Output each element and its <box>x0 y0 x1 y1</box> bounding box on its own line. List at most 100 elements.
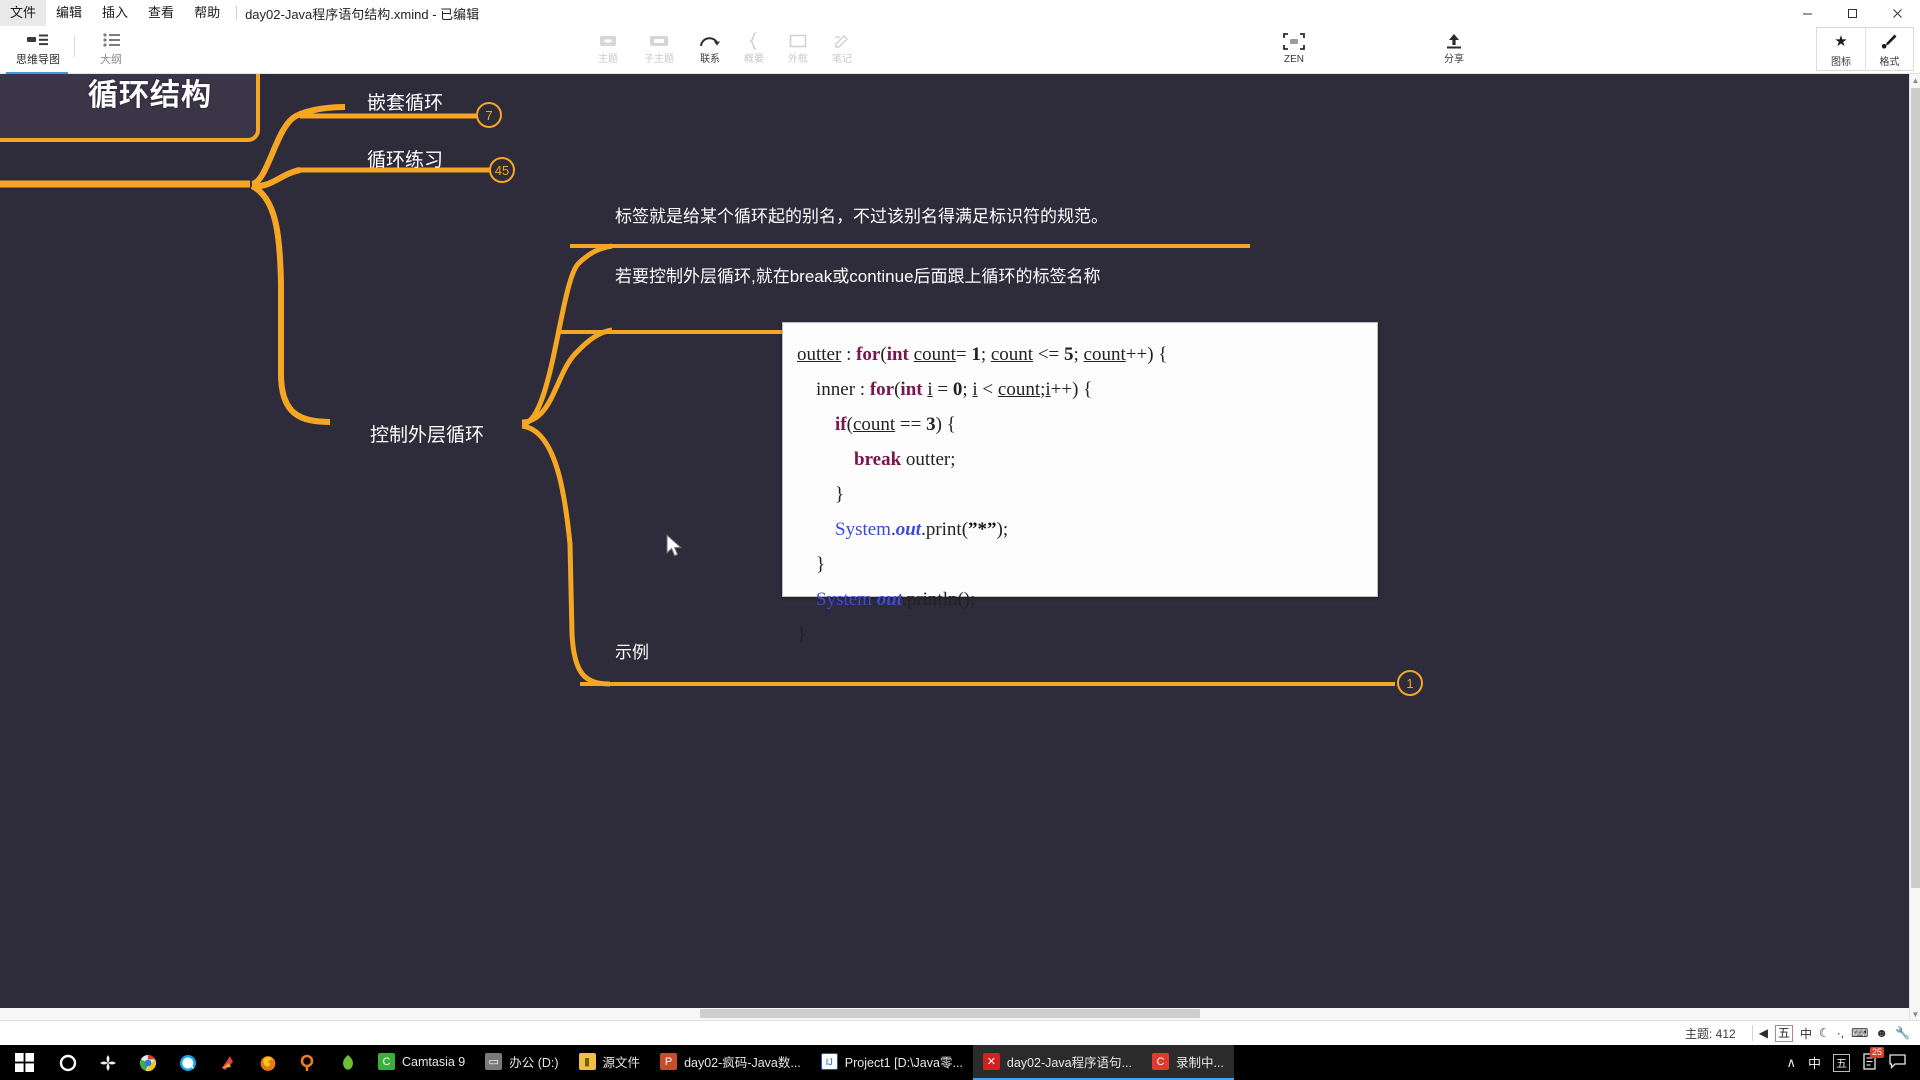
close-button[interactable] <box>1875 0 1920 26</box>
taskbar-item-source-folder[interactable]: ▮ 源文件 <box>569 1045 651 1080</box>
ime-keyboard-icon[interactable]: ⌨ <box>1851 1026 1868 1040</box>
menu-insert[interactable]: 插入 <box>92 0 138 26</box>
app-red-icon[interactable] <box>208 1045 248 1080</box>
code-line: break outter; <box>854 449 956 470</box>
zen-label: ZEN <box>1284 54 1304 65</box>
topic-icon <box>598 31 618 51</box>
code-line: System.out.println(); <box>816 589 976 610</box>
scroll-up-arrow[interactable]: ▲ <box>1910 74 1920 86</box>
share-button[interactable]: 分享 <box>1432 28 1476 66</box>
minimize-button[interactable] <box>1785 0 1830 26</box>
ime-punctuation-icon[interactable]: ·, <box>1837 1026 1844 1040</box>
toolbar-center-group: 主题 子主题 联系 概要 外框 笔记 <box>586 28 864 66</box>
ime-halfwidth-icon[interactable]: ☾ <box>1819 1026 1830 1040</box>
zen-mode-button[interactable]: ZEN <box>1272 28 1316 66</box>
xmind-icon: ✕ <box>982 1053 1000 1070</box>
taskbar-item-office-drive[interactable]: ▭ 办公 (D:) <box>475 1045 568 1080</box>
ime-collapse-icon[interactable]: ◀ <box>1759 1026 1768 1040</box>
tray-ime-box[interactable]: 五 <box>1833 1053 1850 1072</box>
badge-example[interactable]: 1 <box>1397 670 1423 696</box>
canvas-horizontal-scrollbar[interactable] <box>0 1008 1909 1020</box>
code-snippet-card[interactable]: outter : for(int count= 1; count <= 5; c… <box>782 322 1378 645</box>
tray-notes-count: 25 <box>1869 1046 1884 1058</box>
node-label-explain-1[interactable]: 标签就是给某个循环起的别名，不过该别名得满足标识符的规范。 <box>615 202 1108 227</box>
canvas-vertical-scrollbar[interactable]: ▲ ▼ <box>1909 74 1920 1020</box>
horizontal-scroll-thumb[interactable] <box>700 1009 1200 1018</box>
badge-loop-practice[interactable]: 45 <box>489 157 515 183</box>
view-mode-outline[interactable]: 大纲 <box>83 27 139 67</box>
insert-subtopic-label: 子主题 <box>644 54 674 65</box>
menu-edit[interactable]: 编辑 <box>46 0 92 26</box>
tray-notes-icon[interactable]: 25 <box>1862 1046 1884 1073</box>
maximize-button[interactable] <box>1830 0 1875 26</box>
tray-expand-icon[interactable]: ∧ <box>1786 1055 1796 1071</box>
menu-view[interactable]: 查看 <box>138 0 184 26</box>
camtasia-icon: C <box>378 1053 395 1070</box>
insert-boundary-button[interactable]: 外框 <box>776 28 820 66</box>
vertical-scroll-thumb[interactable] <box>1911 88 1920 888</box>
code-line: if(count == 3) { <box>835 414 956 435</box>
view-mode-divider <box>74 35 75 57</box>
ime-toolbar: ◀ 五 中 ☾ ·, ⌨ ☻ 🔧 <box>1759 1024 1920 1042</box>
window-controls <box>1785 0 1920 26</box>
format-panel-button[interactable]: 格式 <box>1865 28 1913 70</box>
mindmap-canvas-content: 循环结构 嵌套循环 7 循环练习 45 标签就是给某个循环起的别名，不过该别名得… <box>0 74 1909 1020</box>
action-center-icon[interactable] <box>1889 1053 1906 1072</box>
search-app-icon[interactable] <box>288 1045 328 1080</box>
node-example[interactable]: 示例 <box>615 638 649 663</box>
taskbar-item-label: 办公 (D:) <box>509 1056 559 1070</box>
view-mode-mindmap[interactable]: 思维导图 <box>10 27 66 67</box>
chrome-icon[interactable] <box>128 1045 168 1080</box>
scroll-down-arrow[interactable]: ▼ <box>1910 1008 1920 1020</box>
relationship-icon <box>699 31 721 51</box>
insert-topic-label: 主题 <box>598 54 618 65</box>
taskbar-item-camtasia[interactable]: C Camtasia 9 <box>368 1045 475 1080</box>
app-green-icon[interactable] <box>328 1045 368 1080</box>
tray-ime-lang[interactable]: 中 <box>1808 1053 1821 1072</box>
note-icon <box>833 31 851 51</box>
mindmap-canvas[interactable]: 循环结构 嵌套循环 7 循环练习 45 标签就是给某个循环起的别名，不过该别名得… <box>0 74 1909 1020</box>
taskbar-item-label: 录制中... <box>1175 1056 1224 1070</box>
icon-panel-button[interactable]: ★ 图标 <box>1817 28 1865 70</box>
node-nested-loop[interactable]: 嵌套循环 <box>367 88 443 115</box>
insert-subtopic-button[interactable]: 子主题 <box>630 28 688 66</box>
menu-file[interactable]: 文件 <box>0 0 47 26</box>
taskbar-item-powerpoint[interactable]: P day02-疯码-Java数... <box>650 1045 811 1080</box>
boundary-icon <box>789 31 807 51</box>
insert-summary-label: 概要 <box>744 54 764 65</box>
node-loop-practice[interactable]: 循环练习 <box>367 145 443 172</box>
cortana-icon[interactable] <box>48 1045 88 1080</box>
ime-lang-box[interactable]: 五 <box>1774 1024 1793 1042</box>
ime-user-icon[interactable]: ☻ <box>1875 1026 1888 1040</box>
node-label-explain-2[interactable]: 若要控制外层循环,就在break或continue后面跟上循环的标签名称 <box>615 262 1101 287</box>
taskbar-item-xmind[interactable]: ✕ day02-Java程序语句... <box>972 1045 1142 1080</box>
root-node[interactable]: 循环结构 <box>88 74 212 114</box>
insert-topic-button[interactable]: 主题 <box>586 28 630 66</box>
view-mode-mindmap-label: 思维导图 <box>16 54 60 66</box>
menu-help[interactable]: 帮助 <box>184 0 230 26</box>
share-icon <box>1445 31 1463 51</box>
menu-bar: 文件 编辑 插入 查看 帮助 day02-Java程序语句结构.xmind - … <box>0 0 1920 26</box>
start-button[interactable] <box>0 1045 48 1080</box>
badge-nested-loop[interactable]: 7 <box>476 102 502 128</box>
ime-mode[interactable]: 中 <box>1800 1025 1812 1042</box>
task-view-icon[interactable] <box>88 1045 128 1080</box>
system-tray: ∧ 中 五 25 <box>1786 1046 1920 1073</box>
menu-divider <box>236 6 238 20</box>
insert-summary-button[interactable]: 概要 <box>732 28 776 66</box>
insert-relationship-button[interactable]: 联系 <box>688 28 732 66</box>
insert-note-button[interactable]: 笔记 <box>820 28 864 66</box>
qq-browser-icon[interactable] <box>168 1045 208 1080</box>
view-mode-outline-label: 大纲 <box>100 54 122 66</box>
node-control-outer-loop[interactable]: 控制外层循环 <box>370 420 484 447</box>
firefox-icon[interactable] <box>248 1045 288 1080</box>
summary-icon <box>746 31 762 51</box>
taskbar-item-label: Camtasia 9 <box>402 1054 466 1069</box>
windows-taskbar: C Camtasia 9 ▭ 办公 (D:) ▮ 源文件 P day02-疯码-… <box>0 1045 1920 1080</box>
taskbar-item-intellij[interactable]: IJ Project1 [D:\Java零... <box>811 1045 973 1080</box>
taskbar-item-recording[interactable]: C 录制中... <box>1141 1045 1234 1080</box>
intellij-icon: IJ <box>820 1053 838 1070</box>
ime-tools-icon[interactable]: 🔧 <box>1895 1026 1910 1040</box>
star-icon: ★ <box>1834 33 1848 50</box>
code-line: System.out.print(”*”); <box>835 519 1009 540</box>
